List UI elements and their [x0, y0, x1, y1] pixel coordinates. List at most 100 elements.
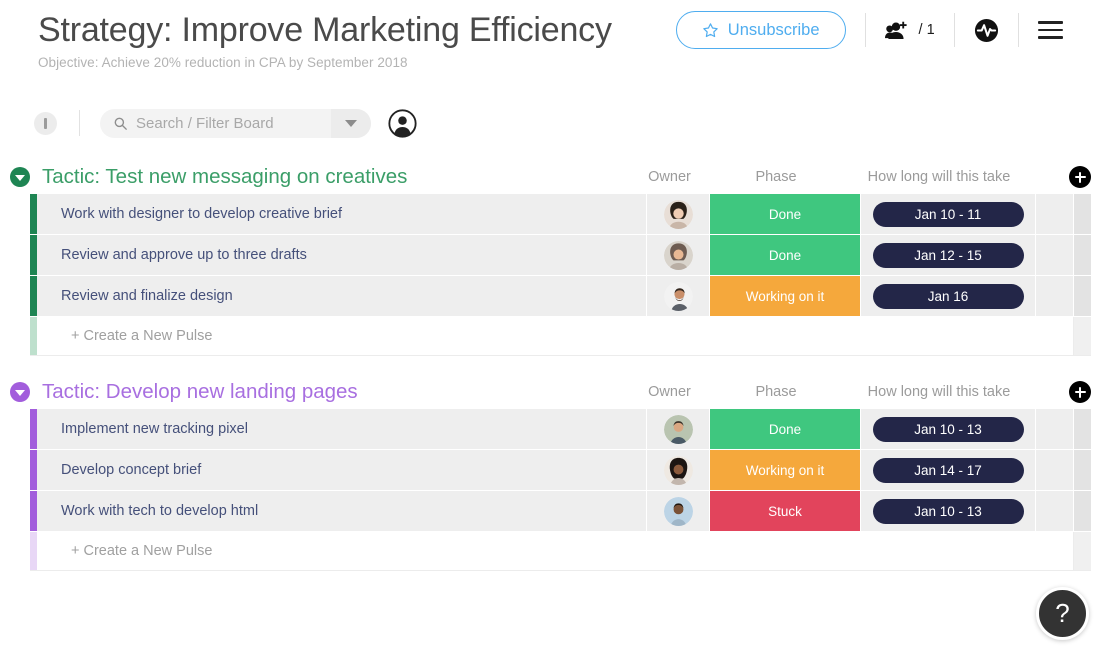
filter-circle-icon[interactable]	[34, 111, 57, 135]
row-color-bar	[30, 276, 37, 316]
date-pill: Jan 12 - 15	[872, 242, 1024, 268]
group-title[interactable]: Tactic: Develop new landing pages	[42, 380, 358, 404]
column-header-owner[interactable]: Owner	[638, 169, 701, 185]
create-new-pulse-label[interactable]: + Create a New Pulse	[37, 317, 1074, 355]
create-new-pulse-row[interactable]: + Create a New Pulse	[30, 532, 1091, 571]
row-color-bar	[30, 532, 37, 570]
table-row[interactable]: Implement new tracking pixel Done Jan 10…	[30, 409, 1091, 450]
collapse-chevron-icon[interactable]	[10, 167, 30, 187]
status-badge[interactable]: Done	[710, 194, 860, 234]
row-title[interactable]: Work with tech to develop html	[37, 491, 647, 531]
avatar	[663, 455, 693, 485]
status-badge[interactable]: Done	[710, 235, 860, 275]
column-header-date[interactable]: How long will this take	[851, 384, 1027, 400]
add-people-icon	[884, 21, 907, 39]
table-row[interactable]: Work with tech to develop html Stuck Jan…	[30, 491, 1091, 532]
group-title[interactable]: Tactic: Test new messaging on creatives	[42, 165, 407, 189]
table-row[interactable]: Develop concept brief Working on it Jan …	[30, 450, 1091, 491]
column-header-phase[interactable]: Phase	[701, 169, 851, 185]
cell-timeline[interactable]: Jan 16	[860, 276, 1036, 316]
hamburger-menu-icon[interactable]	[1037, 21, 1063, 39]
search-dropdown-button[interactable]	[331, 108, 371, 138]
row-color-bar	[30, 317, 37, 355]
row-title[interactable]: Work with designer to develop creative b…	[37, 194, 647, 234]
row-color-bar	[30, 194, 37, 234]
date-pill: Jan 16	[872, 283, 1024, 309]
cell-empty[interactable]	[1036, 409, 1074, 449]
row-color-bar	[30, 235, 37, 275]
cell-owner[interactable]	[647, 235, 710, 275]
row-scroll-tail	[1074, 235, 1091, 275]
cell-timeline[interactable]: Jan 14 - 17	[860, 450, 1036, 490]
table-row[interactable]: Review and finalize design Working on it…	[30, 276, 1091, 317]
create-new-pulse-label[interactable]: + Create a New Pulse	[37, 532, 1074, 570]
page-title: Strategy: Improve Marketing Efficiency	[38, 11, 612, 49]
avatar	[663, 496, 693, 526]
column-header-date[interactable]: How long will this take	[851, 169, 1027, 185]
cell-owner[interactable]	[647, 276, 710, 316]
board-members-button[interactable]: / 1	[884, 20, 935, 41]
cell-owner[interactable]	[647, 194, 710, 234]
cell-empty[interactable]	[1036, 194, 1074, 234]
cell-timeline[interactable]: Jan 12 - 15	[860, 235, 1036, 275]
unsubscribe-button[interactable]: Unsubscribe	[675, 11, 846, 49]
row-scroll-tail	[1074, 409, 1091, 449]
avatar	[663, 199, 693, 229]
cell-owner[interactable]	[647, 409, 710, 449]
table-row[interactable]: Review and approve up to three drafts Do…	[30, 235, 1091, 276]
title-block: Strategy: Improve Marketing Efficiency O…	[38, 6, 612, 70]
table-row[interactable]: Work with designer to develop creative b…	[30, 194, 1091, 235]
cell-timeline[interactable]: Jan 10 - 13	[860, 409, 1036, 449]
collapse-chevron-icon[interactable]	[10, 382, 30, 402]
cell-timeline[interactable]: Jan 10 - 11	[860, 194, 1036, 234]
unsubscribe-label: Unsubscribe	[727, 20, 820, 39]
search-icon	[114, 117, 127, 130]
cell-owner[interactable]	[647, 450, 710, 490]
board-header: Strategy: Improve Marketing Efficiency O…	[0, 0, 1113, 92]
row-scroll-tail	[1074, 532, 1091, 570]
cell-empty[interactable]	[1036, 450, 1074, 490]
column-header-phase[interactable]: Phase	[701, 384, 851, 400]
cell-timeline[interactable]: Jan 10 - 13	[860, 491, 1036, 531]
plus-circle-icon[interactable]	[1069, 381, 1091, 403]
row-title[interactable]: Review and approve up to three drafts	[37, 235, 647, 275]
row-scroll-tail	[1074, 491, 1091, 531]
header-divider-1	[864, 13, 866, 47]
header-actions: Unsubscribe / 1	[675, 6, 1063, 49]
create-new-pulse-row[interactable]: + Create a New Pulse	[30, 317, 1091, 356]
board-group: Tactic: Develop new landing pages Owner …	[0, 375, 1113, 571]
chevron-down-icon	[345, 119, 357, 127]
row-scroll-tail	[1074, 276, 1091, 316]
avatar	[663, 281, 693, 311]
members-count: / 1	[918, 22, 935, 38]
group-rows: Work with designer to develop creative b…	[0, 194, 1113, 356]
board-group: Tactic: Test new messaging on creatives …	[0, 160, 1113, 356]
cell-empty[interactable]	[1036, 491, 1074, 531]
header-divider-3	[1017, 13, 1019, 47]
cell-owner[interactable]	[647, 491, 710, 531]
row-title[interactable]: Review and finalize design	[37, 276, 647, 316]
activity-pulse-icon[interactable]	[974, 18, 999, 43]
row-title[interactable]: Implement new tracking pixel	[37, 409, 647, 449]
star-outline-icon	[703, 22, 718, 37]
status-badge[interactable]: Done	[710, 409, 860, 449]
avatar	[663, 414, 693, 444]
person-circle-icon[interactable]	[388, 108, 417, 138]
search-input[interactable]	[136, 114, 316, 132]
status-badge[interactable]: Stuck	[710, 491, 860, 531]
search-filter-box[interactable]	[100, 108, 371, 138]
plus-circle-icon[interactable]	[1069, 166, 1091, 188]
toolbar-divider	[79, 110, 80, 136]
row-title[interactable]: Develop concept brief	[37, 450, 647, 490]
row-scroll-tail	[1074, 194, 1091, 234]
status-badge[interactable]: Working on it	[710, 276, 860, 316]
status-badge[interactable]: Working on it	[710, 450, 860, 490]
help-question-icon[interactable]: ?	[1036, 587, 1089, 640]
column-header-owner[interactable]: Owner	[638, 384, 701, 400]
row-color-bar	[30, 450, 37, 490]
group-header: Tactic: Develop new landing pages Owner …	[0, 375, 1113, 409]
row-scroll-tail	[1074, 450, 1091, 490]
cell-empty[interactable]	[1036, 276, 1074, 316]
cell-empty[interactable]	[1036, 235, 1074, 275]
date-pill: Jan 14 - 17	[872, 457, 1024, 483]
